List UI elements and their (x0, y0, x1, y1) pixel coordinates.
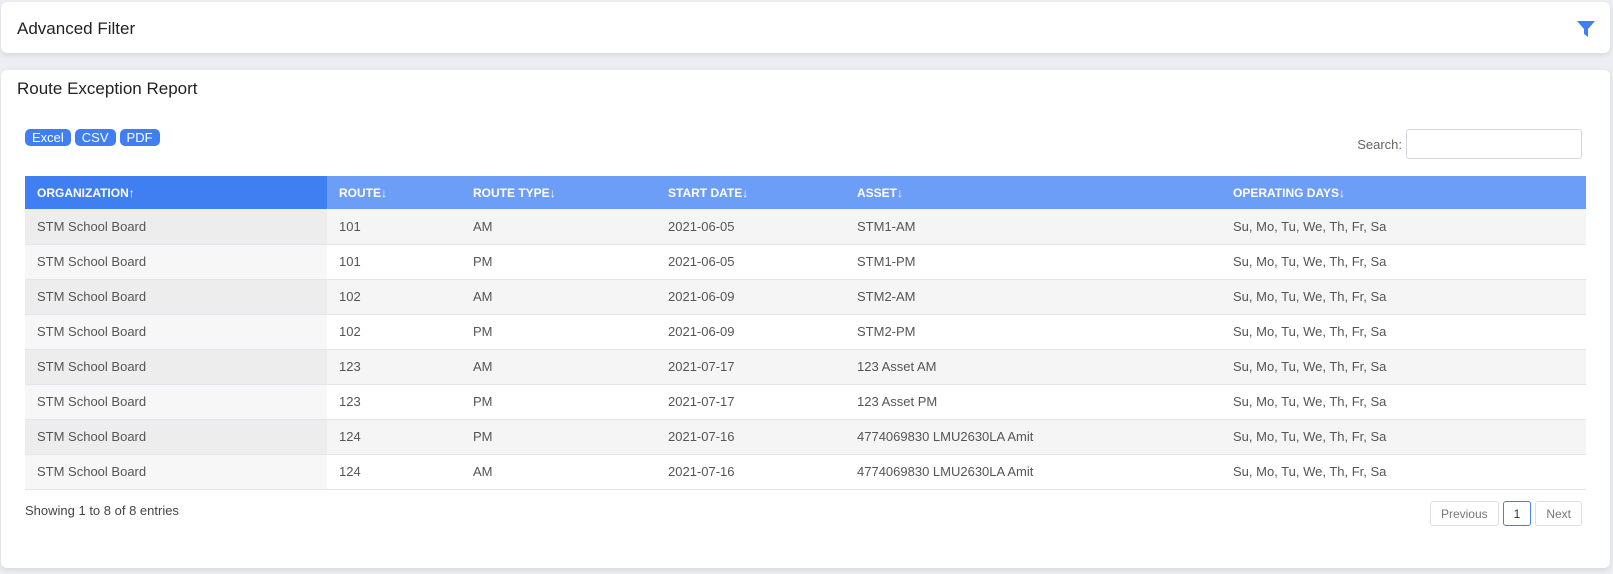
cell-operating-days: Su, Mo, Tu, We, Th, Fr, Sa (1233, 464, 1387, 479)
sort-down-icon: ↓ (742, 185, 749, 200)
cell-organization: STM School Board (25, 454, 327, 489)
table-row[interactable]: STM School Board 124 PM 2021-07-16 477406983… (25, 419, 1586, 454)
search-box: Search: (1357, 129, 1582, 159)
cell-organization: STM School Board (25, 384, 327, 419)
cell-operating-days: Su, Mo, Tu, We, Th, Fr, Sa (1233, 359, 1387, 374)
cell-operating-days: Su, Mo, Tu, We, Th, Fr, Sa (1233, 254, 1387, 269)
table-row[interactable]: STM School Board 123 AM 2021-07-17 123 Asset… (25, 349, 1586, 384)
export-pdf-button[interactable]: PDF (119, 129, 160, 146)
sort-down-icon: ↓ (381, 185, 387, 200)
cell-asset: STM1-AM (857, 218, 916, 234)
advanced-filter-panel[interactable]: Advanced Filter (1, 2, 1610, 53)
column-header-route-type[interactable]: ROUTE TYPE↓ (461, 176, 656, 209)
table-row[interactable]: STM School Board 102 PM 2021-06-09 STM2-PM Su… (25, 314, 1586, 349)
column-header-asset[interactable]: ASSET↓ (845, 176, 1221, 209)
cell-route-type: AM (473, 359, 493, 374)
column-header-organization[interactable]: ORGANIZATION↑ (25, 176, 327, 209)
cell-route-type: AM (473, 289, 493, 304)
cell-route: 102 (339, 289, 361, 304)
cell-route: 101 (339, 218, 361, 234)
cell-route-type: PM (473, 324, 493, 339)
cell-start-date: 2021-07-17 (668, 394, 735, 409)
report-panel: Route Exception Report Excel CSV PDF Sea… (1, 70, 1610, 568)
column-header-start-date[interactable]: START DATE↓ (656, 176, 845, 209)
cell-start-date: 2021-07-16 (668, 464, 735, 479)
cell-route: 124 (339, 429, 361, 444)
cell-route: 101 (339, 254, 361, 269)
page-1-button[interactable]: 1 (1502, 501, 1532, 526)
export-buttons: Excel CSV PDF (25, 129, 160, 146)
cell-start-date: 2021-06-05 (668, 218, 735, 234)
cell-route-type: AM (473, 464, 493, 479)
sort-down-icon: ↓ (549, 185, 556, 200)
search-label: Search: (1357, 136, 1402, 152)
table-info: Showing 1 to 8 of 8 entries (25, 503, 179, 518)
cell-operating-days: Su, Mo, Tu, We, Th, Fr, Sa (1233, 324, 1387, 339)
table-row[interactable]: STM School Board 101 PM 2021-06-05 STM1-PM Su… (25, 244, 1586, 279)
cell-asset: STM1-PM (857, 254, 916, 269)
cell-asset: STM2-AM (857, 289, 916, 304)
sort-down-icon: ↓ (897, 185, 904, 200)
cell-start-date: 2021-06-09 (668, 324, 735, 339)
cell-operating-days: Su, Mo, Tu, We, Th, Fr, Sa (1233, 289, 1387, 304)
table-row[interactable]: STM School Board 123 PM 2021-07-17 123 Asset… (25, 384, 1586, 419)
sort-down-icon: ↓ (1339, 185, 1346, 200)
table-row[interactable]: STM School Board 102 AM 2021-06-09 STM2-AM Su… (25, 279, 1586, 314)
cell-organization: STM School Board (25, 279, 327, 314)
cell-organization: STM School Board (25, 244, 327, 279)
cell-operating-days: Su, Mo, Tu, We, Th, Fr, Sa (1233, 394, 1387, 409)
column-header-route[interactable]: ROUTE↓ (327, 176, 461, 209)
report-table: ORGANIZATION↑ ROUTE↓ ROUTE TYPE↓ START D… (25, 176, 1586, 490)
cell-operating-days: Su, Mo, Tu, We, Th, Fr, Sa (1233, 429, 1387, 444)
search-input[interactable] (1406, 129, 1582, 159)
previous-page-button[interactable]: Previous (1429, 501, 1499, 526)
cell-start-date: 2021-06-05 (668, 254, 735, 269)
cell-start-date: 2021-06-09 (668, 289, 735, 304)
table-body: STM School Board 101 AM 2021-06-05 STM1-AM Su… (25, 209, 1586, 489)
cell-organization: STM School Board (25, 419, 327, 454)
cell-asset: 4774069830 LMU2630LA Amit (857, 464, 1034, 479)
table-header-row: ORGANIZATION↑ ROUTE↓ ROUTE TYPE↓ START D… (25, 176, 1586, 209)
table-row[interactable]: STM School Board 101 AM 2021-06-05 STM1-AM Su… (25, 209, 1586, 244)
filter-icon[interactable] (1576, 19, 1596, 39)
export-csv-button[interactable]: CSV (74, 129, 116, 146)
cell-route-type: PM (473, 394, 493, 409)
next-page-button[interactable]: Next (1535, 501, 1582, 526)
advanced-filter-title: Advanced Filter (17, 19, 136, 38)
report-title: Route Exception Report (17, 79, 198, 98)
column-header-operating-days[interactable]: OPERATING DAYS↓ (1221, 176, 1586, 209)
table-row[interactable]: STM School Board 124 AM 2021-07-16 477406983… (25, 454, 1586, 489)
cell-route: 102 (339, 324, 361, 339)
cell-route-type: PM (473, 429, 493, 444)
cell-asset: 123 Asset PM (857, 394, 938, 409)
cell-start-date: 2021-07-16 (668, 429, 735, 444)
cell-organization: STM School Board (25, 349, 327, 384)
cell-organization: STM School Board (25, 209, 327, 244)
pagination: Previous 1 Next (1429, 501, 1582, 526)
cell-route-type: AM (473, 218, 493, 234)
cell-route: 123 (339, 359, 361, 374)
cell-asset: STM2-PM (857, 324, 916, 339)
sort-up-icon: ↑ (128, 185, 135, 200)
cell-operating-days: Su, Mo, Tu, We, Th, Fr, Sa (1233, 218, 1387, 234)
cell-route: 124 (339, 464, 361, 479)
cell-start-date: 2021-07-17 (668, 359, 735, 374)
cell-route-type: PM (473, 254, 493, 269)
export-excel-button[interactable]: Excel (25, 129, 71, 146)
cell-organization: STM School Board (25, 314, 327, 349)
cell-asset: 4774069830 LMU2630LA Amit (857, 429, 1034, 444)
cell-route: 123 (339, 394, 361, 409)
cell-asset: 123 Asset AM (857, 359, 937, 374)
